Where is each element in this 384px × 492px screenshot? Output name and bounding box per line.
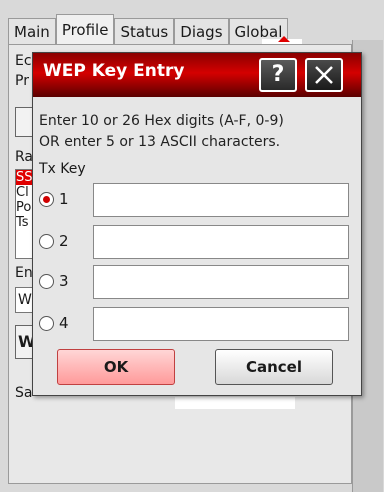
key-1-input[interactable] [93,183,349,217]
tab-diags[interactable]: Diags [174,18,229,44]
key-1-label: 1 [59,190,69,208]
close-button[interactable] [305,58,343,92]
help-button[interactable]: ? [259,58,297,92]
key-3-input[interactable] [93,265,349,299]
bg-label-pr: Pr [15,73,29,89]
bg-label-sa: Sa [15,385,33,401]
tab-profile[interactable]: Profile [55,14,115,44]
key-1-radio[interactable] [39,192,54,207]
red-arrow-marker [262,36,302,44]
dialog-titlebar: WEP Key Entry ? [33,53,361,97]
key-row-4: 4 [39,307,355,341]
tab-main[interactable]: Main [8,18,56,44]
key-row-3: 3 [39,265,355,299]
key-3-radio[interactable] [39,274,54,289]
close-icon [315,66,333,84]
key-3-label: 3 [59,272,69,290]
tx-key-label: Tx Key [39,161,86,177]
key-4-label: 4 [59,314,69,332]
key-4-input[interactable] [93,307,349,341]
key-4-radio[interactable] [39,316,54,331]
dialog-title: WEP Key Entry [43,61,185,81]
cancel-button[interactable]: Cancel [215,349,333,385]
instructions: Enter 10 or 26 Hex digits (A-F, 0-9) OR … [39,111,357,153]
key-2-label: 2 [59,232,69,250]
wep-key-dialog: WEP Key Entry ? Enter 10 or 26 Hex digit… [32,52,362,396]
key-row-2: 2 [39,225,355,259]
key-row-1: 1 [39,183,355,217]
instruction-line: Enter 10 or 26 Hex digits (A-F, 0-9) [39,113,284,129]
bg-label-en: En [15,265,33,281]
bg-label-ra: Ra [15,149,33,165]
tab-strip: Main Profile Status Diags Global [8,14,289,44]
bg-field-2 [175,397,295,409]
key-2-input[interactable] [93,225,349,259]
instruction-line: OR enter 5 or 13 ASCII characters. [39,134,281,150]
radio-dot [43,196,50,203]
ok-button[interactable]: OK [57,349,175,385]
bg-label-ec: Ec [15,53,32,69]
tab-status[interactable]: Status [114,18,175,44]
key-2-radio[interactable] [39,234,54,249]
